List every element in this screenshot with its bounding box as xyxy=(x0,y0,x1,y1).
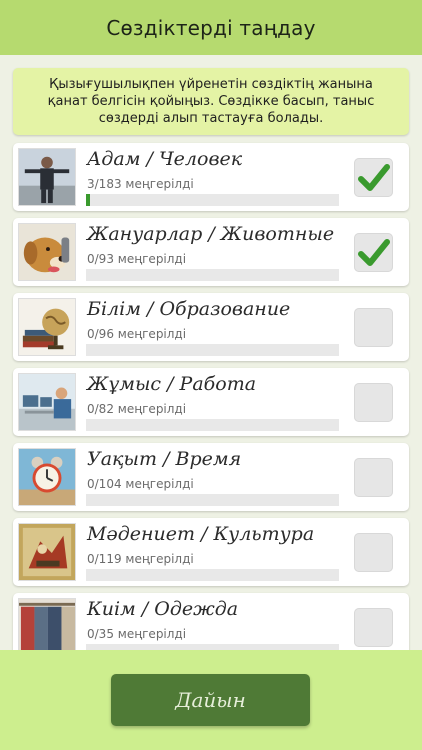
category-item[interactable]: Жануарлар / Животные 0/93 меңгерілді xyxy=(13,218,409,286)
category-title: Адам / Человек xyxy=(87,148,243,170)
category-item[interactable]: Мәдениет / Культура 0/119 меңгерілді xyxy=(13,518,409,586)
globe-books-photo-icon xyxy=(18,298,76,356)
checkmark-icon xyxy=(358,239,390,266)
category-title: Киім / Одежда xyxy=(87,598,239,620)
category-status: 0/35 меңгерілді xyxy=(87,627,187,641)
category-item[interactable]: Жұмыс / Работа 0/82 меңгерілді xyxy=(13,368,409,436)
bottom-bar: Дайын xyxy=(0,650,422,750)
select-checkbox[interactable] xyxy=(354,383,393,422)
painting-photo-icon xyxy=(18,523,76,581)
office-photo-icon xyxy=(18,373,76,431)
progress-bar xyxy=(86,269,339,281)
progress-bar xyxy=(86,344,339,356)
progress-bar xyxy=(86,569,339,581)
dog-photo-icon xyxy=(18,223,76,281)
app-header: Сөздіктерді таңдау xyxy=(0,0,422,55)
done-button[interactable]: Дайын xyxy=(111,674,310,726)
category-item[interactable]: Уақыт / Время 0/104 меңгерілді xyxy=(13,443,409,511)
progress-bar xyxy=(86,419,339,431)
checkmark-icon xyxy=(358,164,390,191)
category-title: Уақыт / Время xyxy=(87,448,242,470)
category-title: Білім / Образование xyxy=(87,298,291,320)
select-checkbox[interactable] xyxy=(354,533,393,572)
instruction-text: Қызығушылықпен үйренетін сөздіктің жанын… xyxy=(47,77,375,126)
progress-bar xyxy=(86,494,339,506)
progress-bar xyxy=(86,194,339,206)
category-item[interactable]: Білім / Образование 0/96 меңгерілді xyxy=(13,293,409,361)
category-status: 0/96 меңгерілді xyxy=(87,327,187,341)
category-status: 0/93 меңгерілді xyxy=(87,252,187,266)
category-item[interactable]: Адам / Человек 3/183 меңгерілді xyxy=(13,143,409,211)
category-title: Жұмыс / Работа xyxy=(87,373,257,395)
category-status: 0/119 меңгерілді xyxy=(87,552,194,566)
alarm-clock-photo-icon xyxy=(18,448,76,506)
select-checkbox[interactable] xyxy=(354,608,393,647)
category-status: 3/183 меңгерілді xyxy=(87,177,194,191)
instruction-notice: Қызығушылықпен үйренетін сөздіктің жанын… xyxy=(13,68,409,135)
category-status: 0/82 меңгерілді xyxy=(87,402,187,416)
page-title: Сөздіктерді таңдау xyxy=(106,15,316,40)
person-photo-icon xyxy=(18,148,76,206)
select-checkbox[interactable] xyxy=(354,458,393,497)
select-checkbox[interactable] xyxy=(354,158,393,197)
progress-fill xyxy=(86,194,91,206)
category-title: Жануарлар / Животные xyxy=(87,223,335,245)
category-title: Мәдениет / Культура xyxy=(87,523,315,545)
select-checkbox[interactable] xyxy=(354,308,393,347)
category-status: 0/104 меңгерілді xyxy=(87,477,194,491)
clothes-photo-icon xyxy=(18,598,76,656)
select-checkbox[interactable] xyxy=(354,233,393,272)
done-button-label: Дайын xyxy=(175,688,246,712)
